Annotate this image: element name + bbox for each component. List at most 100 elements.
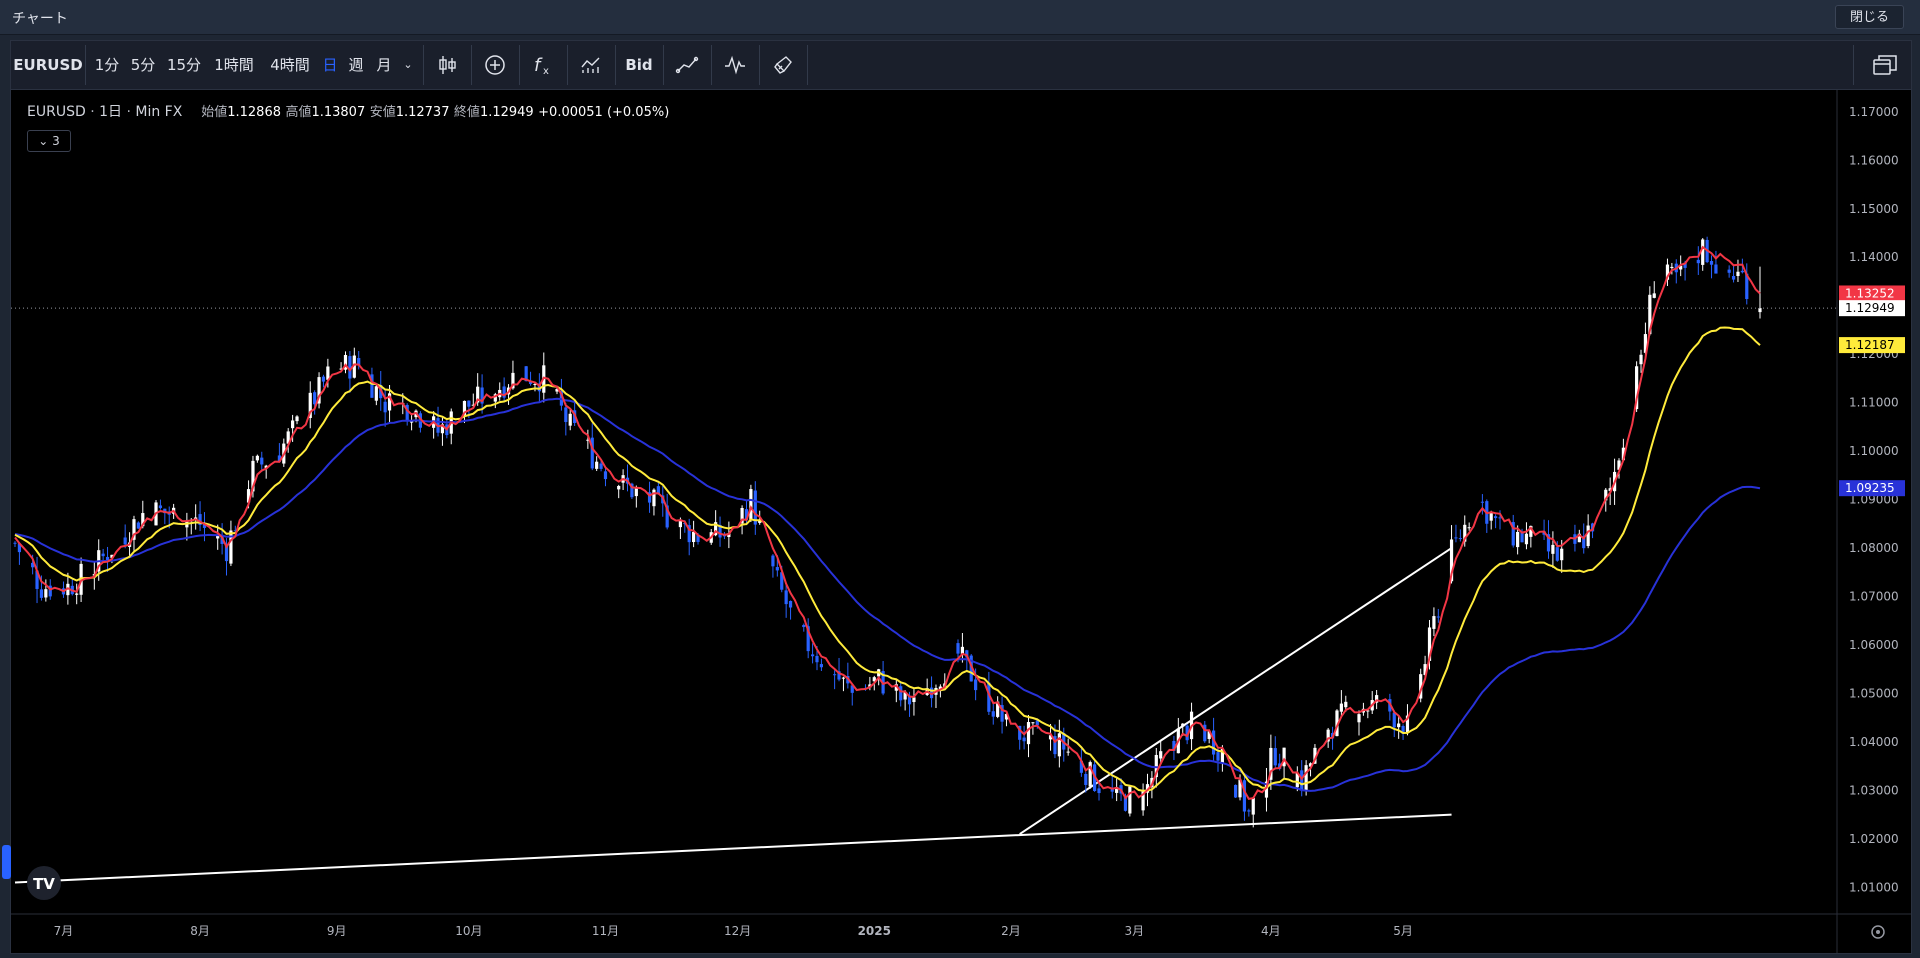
legend-open-label: 始値 [201,105,228,120]
candle-body [1234,784,1238,798]
indicators-count: 3 [52,134,60,148]
interval-4h[interactable]: 4時間 [265,41,315,89]
indicators-collapse-button[interactable]: ⌄ 3 [27,130,71,152]
candle-body [956,643,960,654]
candle-body [841,677,846,679]
symbol-selector[interactable]: EURUSD [13,41,83,89]
candle-body [1022,737,1026,742]
candle-body [1670,266,1674,268]
candle-body [617,486,621,490]
interval-5m[interactable]: 5分 [127,41,159,89]
layout-icon[interactable] [1871,51,1899,79]
candle-body [1520,532,1524,543]
legend-close-value: 1.12949 [479,105,534,120]
candle-body [467,400,471,407]
price-chart[interactable]: 1.170001.160001.150001.140001.130001.120… [11,90,1911,953]
time-tick-label: 12月 [724,924,751,938]
function-icon[interactable]: f x [531,53,555,77]
candle-body [1524,533,1529,545]
candle-body [1758,308,1762,313]
candle-body [1432,616,1436,629]
window-titlebar: チャート 閉じる [0,0,1920,35]
candle-body [634,488,638,497]
interval-week[interactable]: 週 [345,41,367,89]
candle-body [158,505,163,509]
candle-body [819,664,824,668]
interval-1h[interactable]: 1時間 [209,41,259,89]
candle-body [833,674,837,676]
candle-body [383,401,387,413]
legend-low-value: 1.12737 [395,105,450,120]
price-tick-label: 1.14000 [1849,250,1899,264]
candle-body [749,489,753,520]
price-label-text: 1.09235 [1845,481,1895,495]
candle-body [1247,810,1251,812]
compare-icon[interactable] [579,53,603,77]
toolbar-separator [615,45,616,85]
price-tick-label: 1.07000 [1849,590,1899,604]
price-label-text: 1.13252 [1845,286,1895,300]
legend-separator: · [90,104,100,120]
candle-body [1555,547,1559,561]
candle-body [1639,354,1643,365]
candle-body [1736,271,1740,276]
toolbar-separator [567,45,568,85]
legend-open-value: 1.12868 [227,105,281,120]
add-indicator-icon[interactable] [483,53,507,77]
chart-toolbar: EURUSD 1分 5分 15分 1時間 4時間 日 週 月 ⌄ f x Bid [11,41,1911,90]
price-label-text: 1.12949 [1845,301,1895,315]
price-tick-label: 1.01000 [1849,880,1899,894]
interval-1m[interactable]: 1分 [91,41,123,89]
price-tick-label: 1.08000 [1849,541,1899,555]
interval-month[interactable]: 月 [373,41,395,89]
brush-icon[interactable] [771,53,795,77]
interval-day[interactable]: 日 [321,41,339,89]
candle-body [1339,703,1343,712]
time-tick-label: 10月 [455,924,482,938]
candle-body [1560,548,1564,561]
toolbar-separator [663,45,664,85]
candles-icon[interactable] [435,53,459,77]
candle-body [295,416,299,422]
time-tick-label: 2025 [858,924,891,938]
legend-symbol: EURUSD [27,104,86,120]
chart-area[interactable]: 1.170001.160001.150001.140001.130001.120… [11,90,1911,953]
ma-short-line [14,245,1761,801]
time-tick-label: 2月 [1001,924,1021,938]
time-tick-label: 11月 [592,924,619,938]
candle-body [1740,270,1744,273]
chevron-down-icon: ⌄ [38,134,49,148]
candle-body [1467,527,1471,529]
toolbar-separator [759,45,760,85]
candle-body [1097,788,1101,794]
candle-body [564,407,568,423]
candle-body [652,489,656,507]
candle-body [912,697,916,703]
time-tick-label: 5月 [1393,924,1413,938]
interval-dropdown-chevron-icon[interactable]: ⌄ [399,41,417,89]
candle-body [44,589,48,598]
candle-body [123,537,127,545]
candle-body [13,542,17,544]
price-tick-label: 1.02000 [1849,832,1899,846]
svg-text:x: x [543,66,549,77]
candle-body [775,567,779,571]
line-tool-icon[interactable] [675,53,699,77]
candle-body [1344,701,1348,708]
candle-body [136,522,140,529]
candle-body [1458,538,1462,540]
candle-body [1551,544,1555,554]
legend-interval: 1日 [99,104,123,120]
candle-body [101,553,105,557]
close-button[interactable]: 閉じる [1834,5,1904,29]
legend-high-label: 高値 [285,105,312,120]
wave-tool-icon[interactable] [723,53,747,77]
toolbar-separator [471,45,472,85]
svg-text:f: f [534,55,543,76]
time-tick-label: 4月 [1261,924,1281,938]
interval-15m[interactable]: 15分 [163,41,205,89]
side-panel-tab[interactable] [2,845,11,879]
svg-text:TV: TV [33,875,55,893]
price-tick-label: 1.10000 [1849,444,1899,458]
bid-toggle[interactable]: Bid [619,41,659,89]
